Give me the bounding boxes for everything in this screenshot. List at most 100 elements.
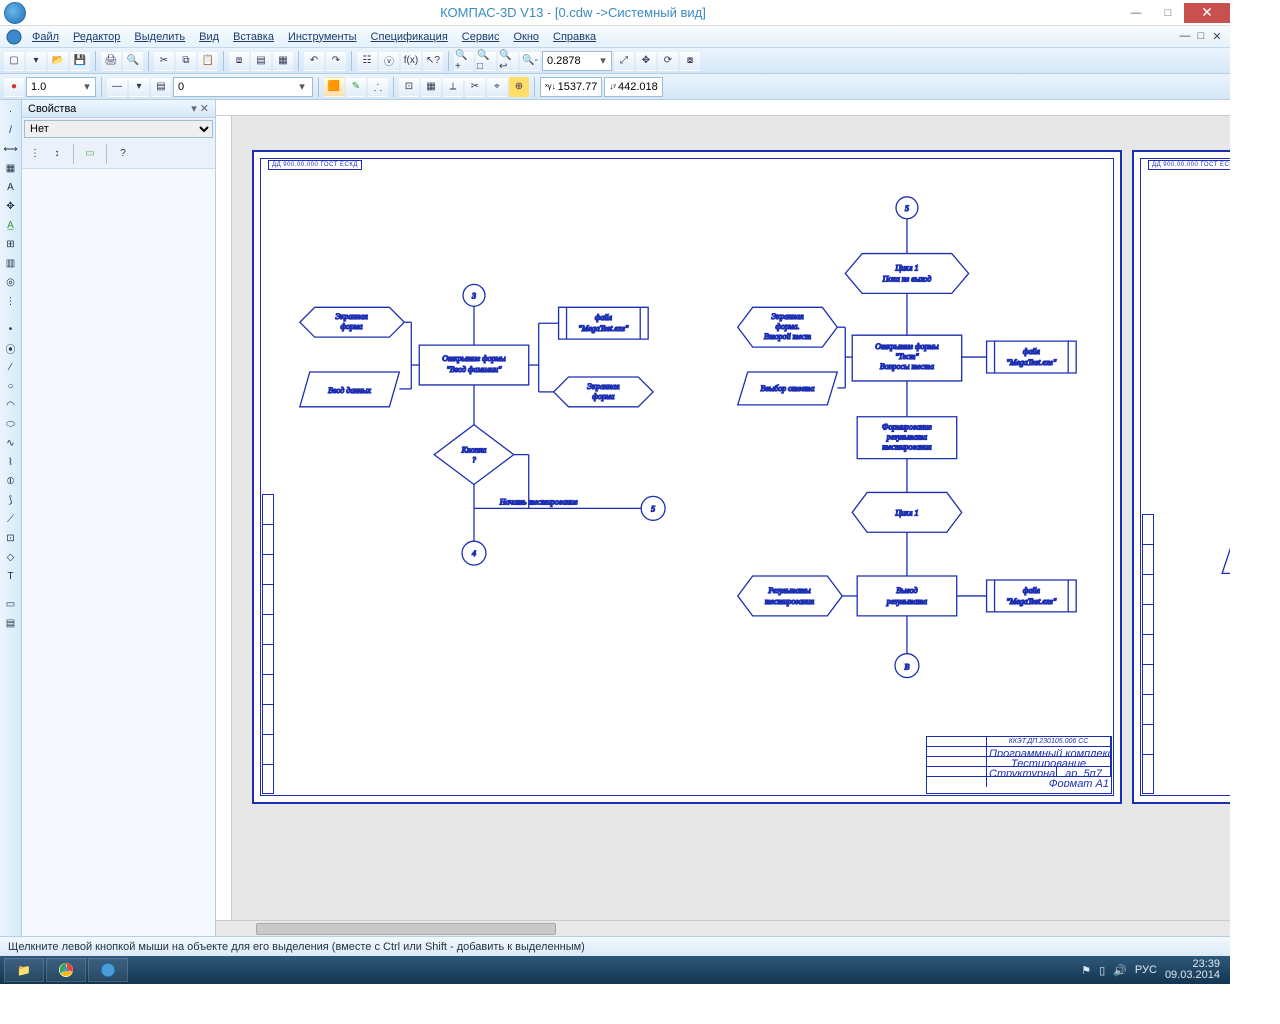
zoom-prev-button[interactable]: 🔍↩ [498, 51, 518, 71]
menu-window[interactable]: Окно [507, 29, 545, 45]
menu-select[interactable]: Выделить [128, 29, 191, 45]
grid2-button[interactable]: ▦ [421, 77, 441, 97]
taskbar-explorer[interactable]: 📁 [4, 958, 44, 982]
tray-net-icon[interactable]: ▯ [1099, 964, 1105, 977]
preview-button[interactable]: 🔍 [123, 51, 143, 71]
horizontal-scrollbar[interactable] [216, 920, 1230, 936]
vt-draw13-icon[interactable]: ◇ [2, 548, 20, 566]
menu-file[interactable]: Файл [26, 29, 65, 45]
menu-insert[interactable]: Вставка [227, 29, 280, 45]
vt-hatch-icon[interactable]: ▦ [2, 159, 20, 177]
vt-point-icon[interactable]: · [2, 102, 20, 120]
pan-button[interactable]: ✥ [636, 51, 656, 71]
fx-button[interactable]: f(x) [401, 51, 421, 71]
vt-spec-icon[interactable]: ⋮ [2, 292, 20, 310]
drawing-viewport[interactable]: ДД 900.00.000 ГОСТ ЕСКД 3 Открытие формы… [232, 116, 1230, 920]
menu-tools[interactable]: Инструменты [282, 29, 363, 45]
undo-button[interactable]: ↶ [304, 51, 324, 71]
props-object-select[interactable]: Нет [24, 120, 213, 138]
scale-combo[interactable]: ▾ [26, 77, 96, 97]
minimize-button[interactable]: — [1120, 3, 1152, 23]
taskbar-chrome[interactable] [46, 958, 86, 982]
origin-button[interactable]: ⊕ [509, 77, 529, 97]
vt-draw12-icon[interactable]: ⊡ [2, 529, 20, 547]
arrow-button[interactable]: ↖? [423, 51, 443, 71]
vt-group-icon[interactable]: ▭ [2, 595, 20, 613]
props-help2-icon[interactable]: ? [114, 144, 132, 162]
vt-draw11-icon[interactable]: ⟋ [2, 510, 20, 528]
new-button[interactable]: ▢ [4, 51, 24, 71]
redo-button[interactable]: ↷ [326, 51, 346, 71]
tray-sound-icon[interactable]: 🔊 [1113, 964, 1127, 977]
copy-button[interactable]: ⧉ [176, 51, 196, 71]
cut-button[interactable]: ✂ [154, 51, 174, 71]
vt-draw9-icon[interactable]: ⦶ [2, 472, 20, 490]
trim-button[interactable]: ✂ [465, 77, 485, 97]
tray-flag-icon[interactable]: ⚑ [1081, 964, 1091, 977]
refresh-button[interactable]: ⟳ [658, 51, 678, 71]
step-dd[interactable]: ▾ [129, 77, 149, 97]
vt-draw14-icon[interactable]: T [2, 567, 20, 585]
color-button[interactable]: 🟧 [324, 77, 344, 97]
layers-button[interactable]: ▤ [251, 51, 271, 71]
style-button[interactable]: ▤ [151, 77, 171, 97]
zoom-out-button[interactable]: 🔍- [520, 51, 540, 71]
vt-circle-icon[interactable]: ◎ [2, 273, 20, 291]
new-dd[interactable]: ▾ [26, 51, 46, 71]
vt-text-icon[interactable]: A [2, 178, 20, 196]
zoom-rect-button[interactable]: 🔍□ [476, 51, 496, 71]
maximize-button[interactable]: □ [1152, 3, 1184, 23]
vt-sheet-icon[interactable]: ▥ [2, 254, 20, 272]
vt-param-icon[interactable]: ⊞ [2, 235, 20, 253]
mdi-minimize-icon[interactable]: — [1178, 30, 1192, 43]
ortho-button[interactable]: ⟂ [443, 77, 463, 97]
zoom-combo[interactable]: ▾ [542, 51, 612, 71]
props-pin-close[interactable]: ▾ ✕ [191, 102, 209, 115]
brush-button[interactable]: ✎ [346, 77, 366, 97]
grid-button[interactable]: ▦ [273, 51, 293, 71]
vt-table-icon[interactable]: A̲ [2, 216, 20, 234]
line-style-button[interactable]: — [107, 77, 127, 97]
open-button[interactable]: 📂 [48, 51, 68, 71]
props-view1-icon[interactable]: ⋮ [26, 144, 44, 162]
menu-editor[interactable]: Редактор [67, 29, 126, 45]
print-button[interactable]: 🖨 [101, 51, 121, 71]
snap-button[interactable]: ⊡ [399, 77, 419, 97]
coord-button[interactable]: ⌖ [487, 77, 507, 97]
tray-clock[interactable]: 23:39 09.03.2014 [1165, 959, 1220, 981]
props-button[interactable]: ⧈ [229, 51, 249, 71]
mdi-close-icon[interactable]: ✕ [1210, 30, 1224, 43]
paste-button[interactable]: 📋 [198, 51, 218, 71]
vt-draw4-icon[interactable]: ○ [2, 377, 20, 395]
stop-button[interactable]: ● [4, 77, 24, 97]
layer-combo[interactable]: ▾ [173, 77, 313, 97]
tray-lang[interactable]: РУС [1135, 964, 1157, 976]
menu-spec[interactable]: Спецификация [365, 29, 454, 45]
vt-drag-icon[interactable]: ✥ [2, 197, 20, 215]
vt-line-icon[interactable]: / [2, 121, 20, 139]
points-button[interactable]: ⸫ [368, 77, 388, 97]
spec-button[interactable]: ☷ [357, 51, 377, 71]
menu-help[interactable]: Справка [547, 29, 602, 45]
vt-draw10-icon[interactable]: ⟆ [2, 491, 20, 509]
mdi-restore-icon[interactable]: □ [1194, 30, 1208, 43]
vt-tiles-icon[interactable]: ▤ [2, 614, 20, 632]
another-button[interactable]: ⧇ [680, 51, 700, 71]
vt-draw3-icon[interactable]: ∕ [2, 358, 20, 376]
menu-view[interactable]: Вид [193, 29, 225, 45]
vt-draw6-icon[interactable]: ⬭ [2, 415, 20, 433]
var-button[interactable]: ⓥ [379, 51, 399, 71]
vt-draw5-icon[interactable]: ◠ [2, 396, 20, 414]
zoom-fit-button[interactable]: ⤢ [614, 51, 634, 71]
vt-draw2-icon[interactable]: ⦿ [2, 339, 20, 357]
vt-draw7-icon[interactable]: ∿ [2, 434, 20, 452]
vt-draw8-icon[interactable]: ⌇ [2, 453, 20, 471]
vt-dim-icon[interactable]: ⟷ [2, 140, 20, 158]
props-view2-icon[interactable]: ↕ [48, 144, 66, 162]
props-help1-icon[interactable]: ▭ [81, 144, 99, 162]
close-button[interactable]: ✕ [1184, 3, 1230, 23]
zoom-in-button[interactable]: 🔍+ [454, 51, 474, 71]
taskbar-kompas[interactable] [88, 958, 128, 982]
menu-service[interactable]: Сервис [456, 29, 506, 45]
vt-draw1-icon[interactable]: • [2, 320, 20, 338]
